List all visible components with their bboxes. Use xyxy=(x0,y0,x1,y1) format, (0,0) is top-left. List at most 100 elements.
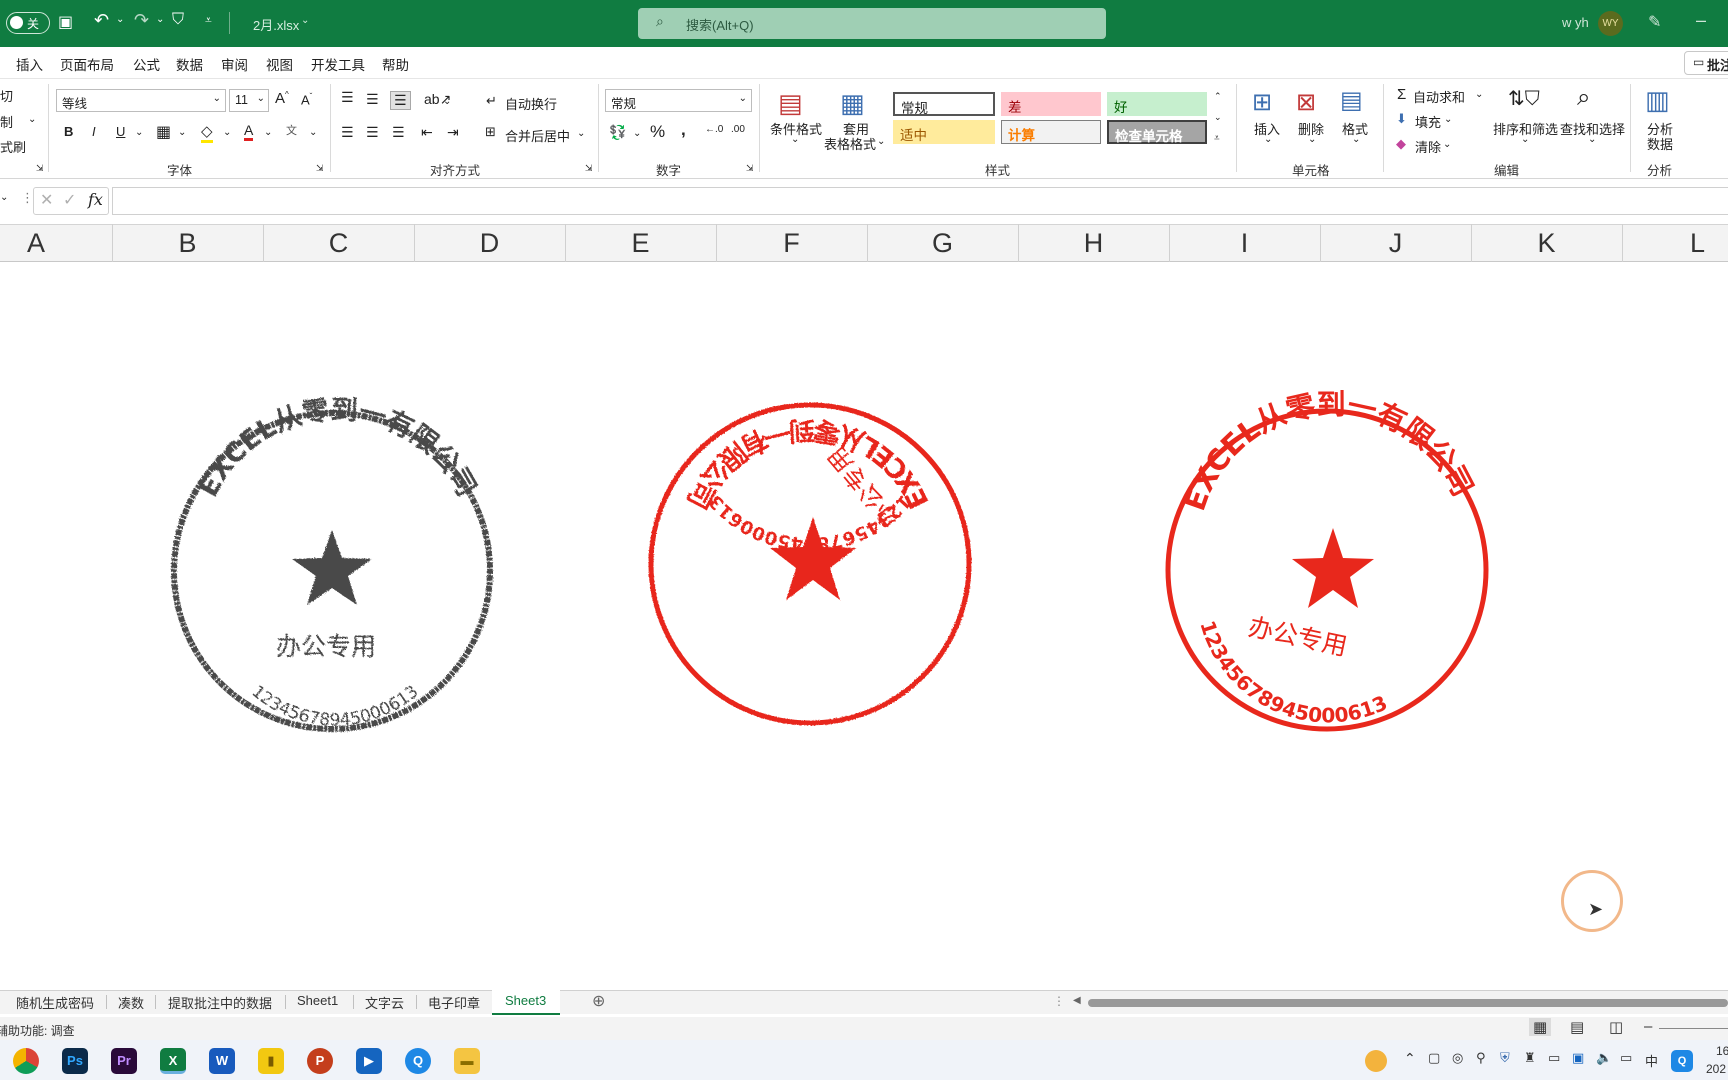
redo-dropdown-icon[interactable]: ⌄ xyxy=(156,14,164,25)
powerbi-icon[interactable]: ▮ xyxy=(258,1048,284,1074)
microphone-icon[interactable]: ⚲ xyxy=(1476,1050,1486,1066)
insert-function-icon[interactable]: fx xyxy=(88,190,103,209)
sheet-tab-active[interactable]: Sheet3 xyxy=(492,989,560,1015)
sheet-tab[interactable]: Sheet1 xyxy=(297,993,338,1008)
fill-dropdown-icon[interactable]: ⌄ xyxy=(1444,114,1452,125)
column-header-k[interactable]: K xyxy=(1471,224,1622,262)
table-format-label-2[interactable]: 表格格式 xyxy=(824,134,876,153)
tray-icon[interactable]: ♜ xyxy=(1524,1050,1536,1066)
decrease-font-icon[interactable]: Aˇ xyxy=(301,92,312,107)
menu-data[interactable]: 数据 xyxy=(176,54,203,74)
clipboard-launcher-icon[interactable]: ⇲ xyxy=(36,163,44,174)
table-format-icon[interactable]: ▦ xyxy=(840,88,865,119)
horizontal-scrollbar[interactable] xyxy=(1088,999,1728,1007)
page-break-view-icon[interactable]: ◫ xyxy=(1609,1018,1623,1036)
find-dropdown-icon[interactable]: ⌄ xyxy=(1588,134,1596,145)
fill-button[interactable]: 填充 xyxy=(1415,112,1441,131)
column-divider[interactable] xyxy=(716,224,717,262)
underline-dropdown-icon[interactable]: ⌄ xyxy=(135,127,143,138)
style-neutral[interactable]: 适中 xyxy=(893,120,995,144)
scroll-left-icon[interactable]: ◀ xyxy=(1073,995,1081,1006)
filter-icon[interactable]: ⛉ xyxy=(172,11,184,29)
shield-icon[interactable]: ⛨ xyxy=(1500,1050,1510,1066)
sheet-tab[interactable]: 电子印章 xyxy=(428,993,480,1012)
alignment-launcher-icon[interactable]: ⇲ xyxy=(585,163,593,174)
gallery-down-icon[interactable]: ⌄ xyxy=(1214,112,1222,123)
style-check-cell[interactable]: 检查单元格 xyxy=(1107,120,1207,144)
sort-filter-icon[interactable]: ⇅⛉ xyxy=(1508,86,1540,111)
file-explorer-icon[interactable]: ▬ xyxy=(454,1048,480,1074)
column-header-b[interactable]: B xyxy=(112,224,263,262)
gallery-up-icon[interactable]: ⌃ xyxy=(1214,91,1222,102)
column-header-h[interactable]: H xyxy=(1018,224,1169,262)
align-center-icon[interactable]: ☰ xyxy=(366,124,379,141)
fill-icon[interactable]: ⬇ xyxy=(1396,111,1407,127)
currency-dropdown-icon[interactable]: ⌄ xyxy=(633,128,641,139)
wrap-text-icon[interactable]: ↵ xyxy=(486,93,497,109)
add-sheet-icon[interactable]: ⊕ xyxy=(592,991,605,1011)
font-name-select[interactable]: 等线 ⌄ xyxy=(56,89,226,112)
menu-page-layout[interactable]: 页面布局 xyxy=(60,54,114,74)
font-color-icon[interactable]: A xyxy=(244,122,254,141)
column-divider[interactable] xyxy=(1622,224,1623,262)
cut-button[interactable]: 剪切 xyxy=(0,86,13,105)
network-icon[interactable]: ▭ xyxy=(1620,1050,1632,1066)
column-divider[interactable] xyxy=(1320,224,1321,262)
autosum-icon[interactable]: Σ xyxy=(1397,86,1406,103)
align-bottom-icon[interactable]: ☰ xyxy=(390,91,411,110)
formula-input[interactable] xyxy=(112,187,1728,215)
column-header-a[interactable]: A xyxy=(0,224,112,262)
number-launcher-icon[interactable]: ⇲ xyxy=(746,163,754,174)
delete-dropdown-icon[interactable]: ⌄ xyxy=(1308,134,1316,145)
file-name-dropdown-icon[interactable]: ⌄ xyxy=(301,15,309,26)
align-right-icon[interactable]: ☰ xyxy=(392,124,405,141)
column-header-g[interactable]: G xyxy=(867,224,1018,262)
column-divider[interactable] xyxy=(112,224,113,262)
avatar[interactable]: WY xyxy=(1598,11,1623,36)
chrome-icon[interactable] xyxy=(13,1048,39,1074)
column-divider[interactable] xyxy=(263,224,264,262)
column-divider[interactable] xyxy=(867,224,868,262)
accessibility-status[interactable]: 辅助功能: 调查 xyxy=(0,1022,75,1039)
copy-button[interactable]: 复制 xyxy=(0,112,13,131)
column-divider[interactable] xyxy=(1169,224,1170,262)
photoshop-icon[interactable]: Ps xyxy=(62,1048,88,1074)
tab-split-icon[interactable]: ⋮ xyxy=(1053,994,1065,1008)
undo-dropdown-icon[interactable]: ⌄ xyxy=(116,14,124,25)
border-dropdown-icon[interactable]: ⌄ xyxy=(178,127,186,138)
number-format-select[interactable]: 常规 ⌄ xyxy=(605,89,752,112)
autosum-dropdown-icon[interactable]: ⌄ xyxy=(1475,89,1483,100)
insert-dropdown-icon[interactable]: ⌄ xyxy=(1264,134,1272,145)
percent-icon[interactable]: % xyxy=(650,122,665,142)
underline-icon[interactable]: U xyxy=(116,124,125,139)
increase-font-icon[interactable]: A^ xyxy=(275,90,289,107)
format-cells-icon[interactable]: ▤ xyxy=(1340,86,1363,115)
premiere-icon[interactable]: Pr xyxy=(111,1048,137,1074)
tray-up-icon[interactable]: ⌃ xyxy=(1404,1050,1416,1067)
comma-style-icon[interactable]: , xyxy=(681,120,686,140)
orientation-dropdown-icon[interactable]: ⌄ xyxy=(443,96,451,107)
sort-dropdown-icon[interactable]: ⌄ xyxy=(1521,134,1529,145)
sheet-grid[interactable]: EXCEL从零到一有限公司 办公专用 12345678945000613 EXC… xyxy=(0,262,1728,990)
merge-dropdown-icon[interactable]: ⌄ xyxy=(577,128,585,139)
redo-icon[interactable]: ↷ xyxy=(134,10,149,31)
bold-icon[interactable]: B xyxy=(64,124,73,139)
style-normal[interactable]: 常规 xyxy=(893,92,995,116)
menu-developer[interactable]: 开发工具 xyxy=(311,54,365,74)
insert-cells-icon[interactable]: ⊞ xyxy=(1252,88,1272,117)
delete-cells-icon[interactable]: ⊠ xyxy=(1296,88,1316,117)
menu-review[interactable]: 审阅 xyxy=(221,54,248,74)
column-header-c[interactable]: C xyxy=(263,224,414,262)
eraser-icon[interactable]: ◆ xyxy=(1396,136,1406,152)
decrease-decimal-icon[interactable]: .00 xyxy=(731,124,745,135)
page-layout-view-icon[interactable]: ▤ xyxy=(1570,1018,1584,1036)
column-divider[interactable] xyxy=(1018,224,1019,262)
phonetic-icon[interactable]: 文 xyxy=(286,122,297,138)
column-divider[interactable] xyxy=(414,224,415,262)
sheet-tab[interactable]: 凑数 xyxy=(118,993,144,1012)
pen-icon[interactable]: ✎ xyxy=(1648,12,1661,32)
style-calculation[interactable]: 计算 xyxy=(1001,120,1101,144)
customize-qat-icon[interactable]: ⩡ xyxy=(205,13,212,28)
enter-icon[interactable]: ✓ xyxy=(63,190,76,210)
conditional-dropdown-icon[interactable]: ⌄ xyxy=(791,134,799,145)
